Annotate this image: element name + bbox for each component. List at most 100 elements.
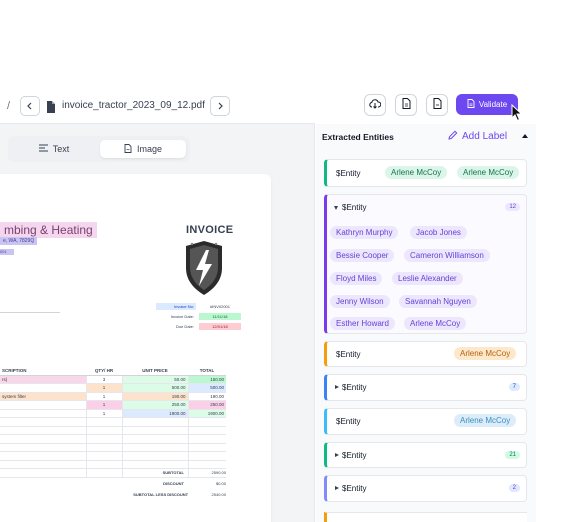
table-row: 1 250.00 250.00 — [0, 400, 226, 410]
table-cell: 1900.00 — [121, 409, 188, 418]
table-cell: 190.00 — [187, 392, 226, 401]
entity-count-badge: 12 — [505, 203, 520, 211]
entities-panel: Extracted Entities Add Label $Entity Arl… — [316, 124, 536, 522]
meta-label: Invoice No: — [156, 303, 196, 310]
table-cell: 1 — [85, 409, 122, 418]
document-view-button[interactable] — [426, 94, 448, 116]
meta-row: Invoice Date: 11/11/18 — [156, 313, 241, 320]
add-label-text: Add Label — [462, 131, 508, 142]
table-cell: 50.00 — [121, 375, 188, 384]
meta-value: 11/11/18 — [199, 313, 241, 320]
meta-row: Invoice No: #INV02001 — [156, 303, 241, 310]
cloud-download-icon — [369, 96, 382, 114]
document-export-button[interactable] — [395, 94, 417, 116]
file-name: invoice_tractor_2023_09_12.pdf — [62, 100, 205, 111]
table-cell — [0, 417, 86, 427]
table-cell — [121, 417, 188, 427]
entity-title: $Entity — [336, 417, 361, 426]
entity-card[interactable]: $Entity Arlene McCoy — [324, 408, 527, 435]
table-row: system filter 1 190.00 190.00 — [0, 392, 226, 401]
cloud-download-button[interactable] — [364, 94, 386, 116]
document-toolbar: / invoice_tractor_2023_09_12.pdf Validat… — [0, 92, 580, 122]
text-view-tab[interactable]: Text — [12, 140, 96, 158]
totals-label: SUBTOTAL — [162, 470, 184, 475]
meta-label: Due Date: — [175, 324, 194, 329]
table-cell — [187, 443, 226, 452]
table-cell — [0, 409, 86, 418]
meta-value: #INV02001 — [199, 303, 241, 310]
totals-label: DISCOUNT — [163, 481, 184, 486]
entity-chip[interactable]: Arlene McCoy — [404, 317, 467, 330]
caret-right-icon[interactable] — [335, 486, 339, 490]
meta-row: Due Date: 12/01/18 — [156, 323, 241, 330]
invoice-page: mbing & Heating e, WA, 7829Q 001 INVOICE… — [0, 174, 271, 522]
table-cell: 1 — [85, 400, 122, 410]
entity-chip[interactable]: Kathryn Murphy — [330, 226, 399, 239]
entity-title: $Entity — [342, 383, 367, 392]
table-cell — [187, 451, 226, 461]
entity-chip[interactable]: Jenny Wilson — [330, 295, 390, 308]
table-cell — [85, 443, 122, 452]
chevron-right-icon — [216, 97, 224, 115]
entity-chip[interactable]: Arlene McCoy — [457, 166, 520, 179]
table-cell — [0, 426, 86, 435]
totals-row: SUBTOTAL 2590.00 — [120, 470, 226, 475]
image-view-tab[interactable]: Image — [100, 140, 186, 158]
entity-chip[interactable]: Esther Howard — [330, 317, 395, 330]
table-cell — [0, 451, 86, 461]
panel-title: Extracted Entities — [322, 132, 394, 142]
table-cell — [0, 383, 86, 393]
table-cell: 250.00 — [121, 400, 188, 410]
caret-right-icon[interactable] — [335, 385, 339, 389]
totals-row: SUBTOTAL LESS DISCOUNT 2540.00 — [120, 492, 226, 497]
entity-chip[interactable]: Floyd Miles — [330, 272, 383, 285]
entity-chip[interactable]: Arlene McCoy — [454, 414, 517, 427]
totals-row: DISCOUNT $0.00 — [120, 481, 226, 486]
table-cell — [85, 426, 122, 435]
entity-chip[interactable]: Arlene McCoy — [385, 166, 448, 179]
divider-line — [0, 312, 60, 313]
entity-card[interactable]: $Entity 21 — [324, 442, 527, 468]
entity-card-partial[interactable] — [324, 512, 527, 522]
table-cell: 1 — [85, 383, 122, 393]
line-items-table: SCRIPTION QTY/ HR UNIT PRICE TOTAL rs) 3 5… — [0, 366, 226, 478]
caret-right-icon[interactable] — [335, 453, 339, 457]
table-row — [0, 443, 226, 452]
validate-button[interactable]: Validate — [456, 94, 518, 115]
entity-chip[interactable]: Cameron Williamson — [404, 249, 490, 262]
page-icon — [433, 96, 442, 114]
previous-file-button[interactable] — [20, 96, 40, 116]
add-label-button[interactable]: Add Label — [448, 130, 507, 143]
table-cell — [85, 451, 122, 461]
column-header: TOTAL — [188, 366, 226, 376]
pencil-icon — [448, 130, 458, 143]
entity-card[interactable]: $Entity 7 — [324, 374, 527, 401]
column-header: QTY/ HR — [86, 366, 122, 376]
entity-chip[interactable]: Savannah Nguyen — [399, 295, 477, 308]
table-cell: 190.00 — [121, 392, 188, 401]
entity-count-badge: 7 — [508, 383, 520, 391]
table-row: 1 500.00 500.00 — [0, 383, 226, 393]
caret-down-icon[interactable] — [334, 206, 338, 210]
entity-card[interactable]: $Entity Arlene McCoy Arlene McCoy — [324, 159, 527, 187]
table-cell: 150.00 — [187, 375, 226, 384]
image-view-label: Image — [136, 144, 162, 154]
entity-chip[interactable]: Bessie Cooper — [330, 249, 395, 262]
entity-chip[interactable]: Leslie Alexander — [392, 272, 463, 285]
entity-card[interactable]: $Entity 2 — [324, 475, 527, 502]
entity-card-expanded[interactable]: $Entity 12 Kathryn Murphy Jacob Jones Be… — [324, 194, 527, 334]
text-view-label: Text — [52, 144, 70, 154]
entity-title: $Entity — [336, 169, 361, 178]
entity-card[interactable]: $Entity Arlene McCoy — [324, 341, 527, 367]
table-cell — [121, 434, 188, 444]
table-cell — [85, 434, 122, 444]
document-viewer: Text Image mbing & Heating e, WA, 7829Q … — [0, 124, 315, 522]
company-name: mbing & Heating — [0, 222, 97, 238]
table-cell: 250.00 — [187, 400, 226, 410]
entity-chip[interactable]: Arlene McCoy — [454, 347, 517, 360]
column-header: UNIT PRICE — [122, 366, 188, 376]
entity-chip[interactable]: Jacob Jones — [410, 226, 467, 239]
next-file-button[interactable] — [210, 96, 230, 116]
collapse-panel-icon[interactable] — [522, 134, 528, 138]
totals-label: SUBTOTAL LESS DISCOUNT — [133, 492, 189, 497]
